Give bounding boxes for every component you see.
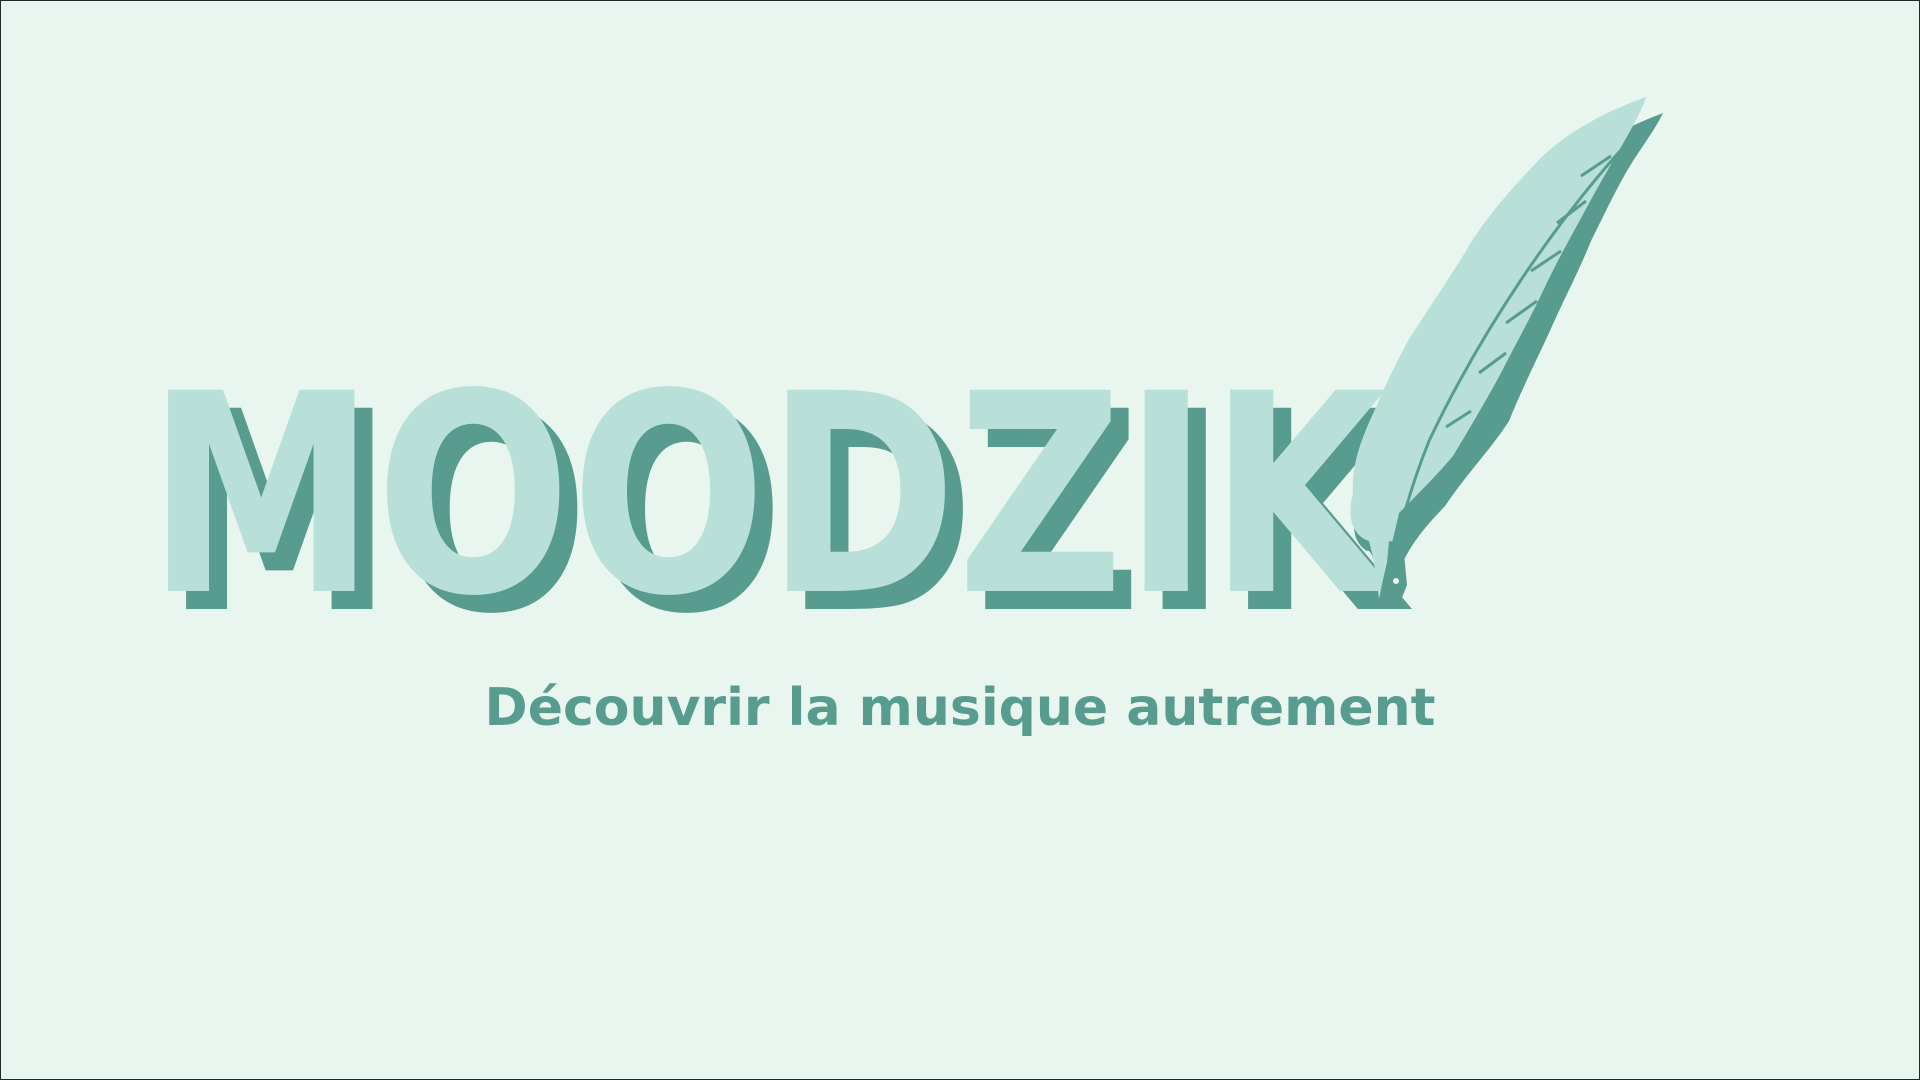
tagline: Découvrir la musique autrement	[484, 678, 1436, 738]
logo-svg: MOODZIK MOODZIK	[1, 1, 1919, 1079]
feather-nib-hole	[1393, 578, 1399, 584]
wordmark: MOODZIK MOODZIK	[147, 336, 1414, 675]
canvas-frame: MOODZIK MOODZIK Découvrir la musique aut…	[0, 0, 1920, 1080]
wordmark-face: MOODZIK	[147, 336, 1396, 657]
moodzik-logo: MOODZIK MOODZIK	[1, 1, 1919, 1079]
